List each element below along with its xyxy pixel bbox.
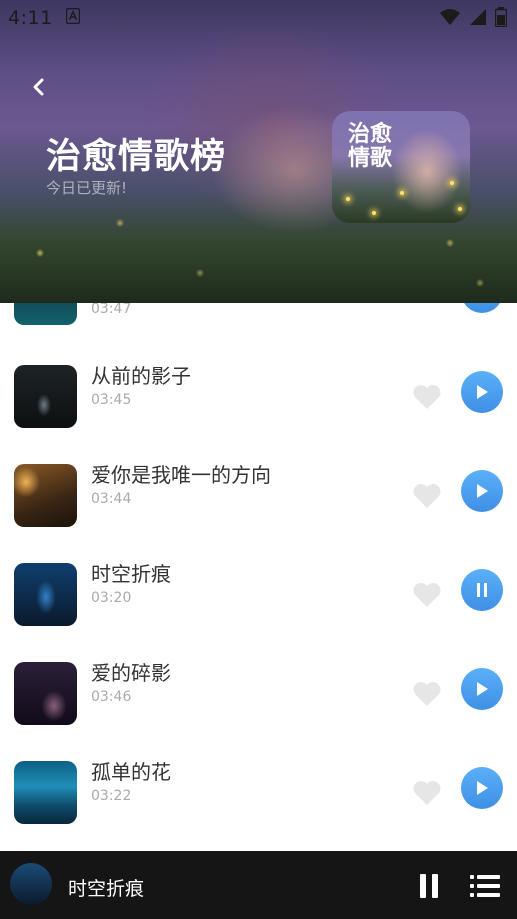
pause-button[interactable] — [461, 569, 503, 611]
song-title: 爱的碎影 — [91, 661, 171, 685]
song-title: 时空折痕 — [91, 562, 171, 586]
play-icon — [477, 781, 488, 795]
song-duration: 03:44 — [91, 491, 132, 507]
list-item-partial[interactable]: 03:47 — [0, 303, 517, 325]
play-button[interactable] — [461, 470, 503, 512]
song-title: 从前的影子 — [91, 364, 191, 388]
song-title: 孤单的花 — [91, 760, 171, 784]
song-duration: 03:20 — [91, 590, 132, 606]
song-duration: 03:22 — [91, 788, 132, 804]
song-duration: 03:45 — [91, 392, 132, 408]
battery-icon — [495, 7, 507, 27]
song-thumbnail — [14, 662, 77, 725]
cover-title: 治愈情歌 — [348, 122, 393, 171]
list-item[interactable]: 爱的碎影 03:46 — [0, 661, 517, 768]
heart-icon[interactable] — [412, 483, 442, 509]
heart-icon[interactable] — [412, 780, 442, 806]
player-pause-button[interactable] — [418, 873, 442, 899]
playlist-button[interactable] — [470, 873, 500, 899]
playlist-cover: 治愈情歌 — [332, 111, 470, 223]
play-button[interactable] — [461, 303, 503, 313]
notification-a-icon — [66, 8, 80, 24]
heart-icon[interactable] — [412, 582, 442, 608]
pause-icon — [420, 874, 426, 898]
play-icon — [477, 484, 488, 498]
back-button[interactable] — [22, 70, 56, 104]
song-duration: 03:46 — [91, 689, 132, 705]
play-icon — [477, 682, 488, 696]
list-item[interactable]: 从前的影子 03:45 — [0, 364, 517, 471]
chevron-left-icon — [33, 78, 44, 96]
heart-icon[interactable] — [412, 681, 442, 707]
mini-player[interactable]: 时空折痕 — [0, 851, 517, 919]
now-playing-title: 时空折痕 — [68, 878, 145, 900]
status-time: 4:11 — [8, 7, 53, 29]
wifi-icon — [440, 9, 460, 25]
play-button[interactable] — [461, 767, 503, 809]
list-item[interactable]: 爱你是我唯一的方向 03:44 — [0, 463, 517, 570]
song-thumbnail — [14, 464, 77, 527]
song-title: 爱你是我唯一的方向 — [91, 463, 271, 487]
song-duration: 03:47 — [91, 303, 132, 317]
status-bar: 4:11 — [0, 0, 517, 34]
now-playing-thumbnail — [10, 863, 52, 905]
page-title: 治愈情歌榜 — [46, 137, 227, 177]
play-button[interactable] — [461, 371, 503, 413]
play-icon — [477, 385, 488, 399]
signal-icon — [470, 9, 486, 25]
song-thumbnail — [14, 563, 77, 626]
update-subtitle: 今日已更新! — [46, 179, 128, 197]
heart-icon[interactable] — [412, 384, 442, 410]
chart-header: 4:11 治愈情歌榜 今日已更新! 治愈情歌 — [0, 0, 517, 303]
song-thumbnail — [14, 365, 77, 428]
pause-icon — [477, 583, 487, 597]
song-thumbnail — [14, 761, 77, 824]
play-button[interactable] — [461, 668, 503, 710]
playlist-icon — [470, 875, 500, 897]
song-thumbnail — [14, 303, 77, 325]
list-item[interactable]: 时空折痕 03:20 — [0, 562, 517, 669]
